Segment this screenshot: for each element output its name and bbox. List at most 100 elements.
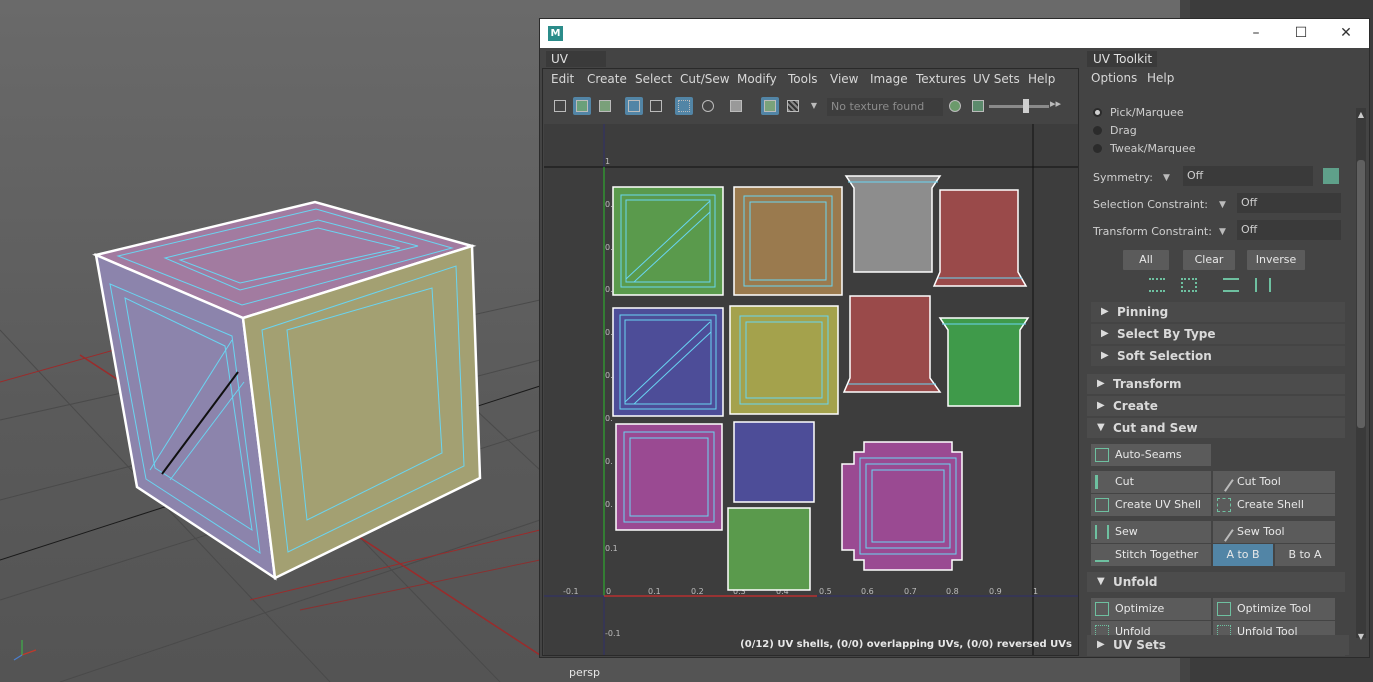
optimize-icon [1095, 602, 1109, 616]
toolkit-menu-help[interactable]: Help [1147, 71, 1174, 85]
uv-borders-toggle-icon[interactable] [625, 97, 643, 115]
selection-constraint-field[interactable]: Off [1237, 193, 1341, 213]
shaded-toggle-icon[interactable] [573, 97, 591, 115]
symmetry-field[interactable]: Off [1183, 166, 1313, 186]
select-inverse-button[interactable]: Inverse [1247, 250, 1305, 270]
select-shell-border-icon[interactable] [1223, 278, 1239, 292]
scrollbar-thumb[interactable] [1357, 160, 1365, 428]
cut-and-sew-section[interactable]: ▼ Cut and Sew [1087, 418, 1345, 438]
menu-image[interactable]: Image [870, 72, 908, 86]
select-by-type-section[interactable]: ▶ Select By Type [1091, 324, 1345, 344]
transform-constraint-field[interactable]: Off [1237, 220, 1341, 240]
uv-toolkit-tab[interactable]: UV Toolkit [1087, 51, 1157, 67]
window-titlebar[interactable]: M – ☐ ✕ [540, 19, 1369, 48]
image-display-toggle-icon[interactable] [761, 97, 779, 115]
symmetry-dropdown-icon[interactable]: ▼ [1163, 173, 1170, 183]
v-tick: 0. [605, 371, 613, 380]
unfold-section[interactable]: ▼ Unfold [1087, 572, 1345, 592]
select-shell-icon[interactable] [1255, 278, 1271, 292]
transform-section[interactable]: ▶ Transform [1087, 374, 1345, 394]
sew-tool-button[interactable]: Sew Tool [1213, 521, 1335, 543]
scroll-down-icon[interactable]: ▼ [1356, 632, 1366, 641]
stitch-b-to-a-toggle[interactable]: B to A [1275, 544, 1335, 566]
checker-toggle-icon[interactable] [784, 97, 802, 115]
select-all-button[interactable]: All [1123, 250, 1169, 270]
menu-modify[interactable]: Modify [737, 72, 777, 86]
uv-shell [733, 421, 815, 503]
texture-field[interactable]: No texture found [827, 98, 943, 116]
menu-select[interactable]: Select [635, 72, 672, 86]
uv-editor-tab[interactable]: UV Editor [546, 51, 606, 82]
optimize-button[interactable]: Optimize [1091, 598, 1211, 620]
menu-create[interactable]: Create [587, 72, 627, 86]
minimize-button[interactable]: – [1246, 24, 1266, 42]
selection-constraint-dropdown-icon[interactable]: ▼ [1219, 200, 1226, 210]
exposure-slider[interactable] [989, 105, 1049, 108]
menu-view[interactable]: View [830, 72, 858, 86]
create-uv-shell-button[interactable]: Create UV Shell [1091, 494, 1211, 516]
optimize-tool-icon [1217, 602, 1231, 616]
uv-shell [844, 175, 942, 273]
symmetry-axis-icon[interactable] [1323, 168, 1339, 184]
toolkit-scrollbar[interactable]: ▲ ▼ [1356, 108, 1366, 641]
menu-textures[interactable]: Textures [916, 72, 966, 86]
uv-editor-menubar: Edit Create Select Cut/Sew Modify Tools … [543, 69, 1078, 89]
v-tick: 0. [605, 414, 613, 423]
checker-options-dropdown-icon[interactable]: ▼ [805, 97, 823, 115]
uv-sets-header[interactable]: ▶ UV Sets [1087, 635, 1349, 655]
scroll-up-icon[interactable]: ▲ [1356, 110, 1366, 119]
auto-seams-button[interactable]: Auto-Seams [1091, 444, 1211, 466]
menu-uv-sets[interactable]: UV Sets [973, 72, 1020, 86]
cut-button[interactable]: Cut [1091, 471, 1211, 493]
distortion-toggle-icon[interactable] [596, 97, 614, 115]
rgb-channels-icon[interactable] [946, 97, 964, 115]
v-tick: -0.1 [605, 629, 621, 638]
toolkit-menu-options[interactable]: Options [1091, 71, 1137, 85]
uv-shell [733, 186, 843, 296]
uv-shell [932, 189, 1028, 287]
cut-tool-button[interactable]: Cut Tool [1213, 471, 1335, 493]
stitch-a-to-b-toggle[interactable]: A to B [1213, 544, 1273, 566]
button-label: Sew Tool [1237, 525, 1285, 538]
v-tick: 0.1 [605, 544, 618, 553]
mode-drag[interactable]: Drag [1093, 124, 1137, 137]
toolbar-expand-icon[interactable]: ▸▸ [1050, 97, 1068, 115]
transform-constraint-dropdown-icon[interactable]: ▼ [1219, 227, 1226, 237]
uv-shell [938, 317, 1030, 407]
snapshot-camera-icon[interactable] [727, 97, 745, 115]
create-uv-shell-icon [1095, 498, 1109, 512]
mode-tweak-marquee[interactable]: Tweak/Marquee [1093, 142, 1196, 155]
grid-toggle-icon[interactable] [675, 97, 693, 115]
stitch-together-button[interactable]: Stitch Together [1091, 544, 1211, 566]
create-shell-grid-button[interactable]: Create Shell (Grid) [1213, 494, 1335, 533]
shrink-selection-icon[interactable] [1149, 278, 1165, 292]
soft-selection-section[interactable]: ▶ Soft Selection [1091, 346, 1345, 366]
optimize-tool-button[interactable]: Optimize Tool [1213, 598, 1335, 620]
texture-borders-toggle-icon[interactable] [647, 97, 665, 115]
create-section[interactable]: ▶ Create [1087, 396, 1345, 416]
menu-help[interactable]: Help [1028, 72, 1055, 86]
mode-label: Pick/Marquee [1110, 106, 1184, 119]
wireframe-toggle-icon[interactable] [551, 97, 569, 115]
close-button[interactable]: ✕ [1336, 24, 1356, 42]
create-shell-grid-icon [1217, 498, 1231, 512]
sew-button[interactable]: Sew [1091, 521, 1211, 543]
uv-canvas[interactable]: -0.1 0 0.1 0.2 0.3 0.4 0.5 0.6 0.7 0.8 0… [544, 124, 1078, 655]
mode-pick-marquee[interactable]: Pick/Marquee [1093, 106, 1184, 119]
menu-edit[interactable]: Edit [551, 72, 574, 86]
v-tick: 0. [605, 328, 613, 337]
mode-label: Tweak/Marquee [1110, 142, 1196, 155]
sew-icon [1095, 525, 1109, 539]
menu-tools[interactable]: Tools [788, 72, 818, 86]
select-clear-button[interactable]: Clear [1183, 250, 1235, 270]
menu-cut-sew[interactable]: Cut/Sew [680, 72, 730, 86]
uv-shell [842, 295, 942, 393]
exposure-slider-handle[interactable] [1023, 99, 1029, 113]
pinning-section[interactable]: ▶ Pinning [1091, 302, 1345, 322]
section-label: Unfold [1113, 575, 1158, 589]
grow-selection-icon[interactable] [1181, 278, 1197, 292]
image-view-icon[interactable] [969, 97, 987, 115]
snap-toggle-icon[interactable] [699, 97, 717, 115]
expand-arrow-icon: ▶ [1101, 350, 1109, 361]
maximize-button[interactable]: ☐ [1291, 24, 1311, 42]
